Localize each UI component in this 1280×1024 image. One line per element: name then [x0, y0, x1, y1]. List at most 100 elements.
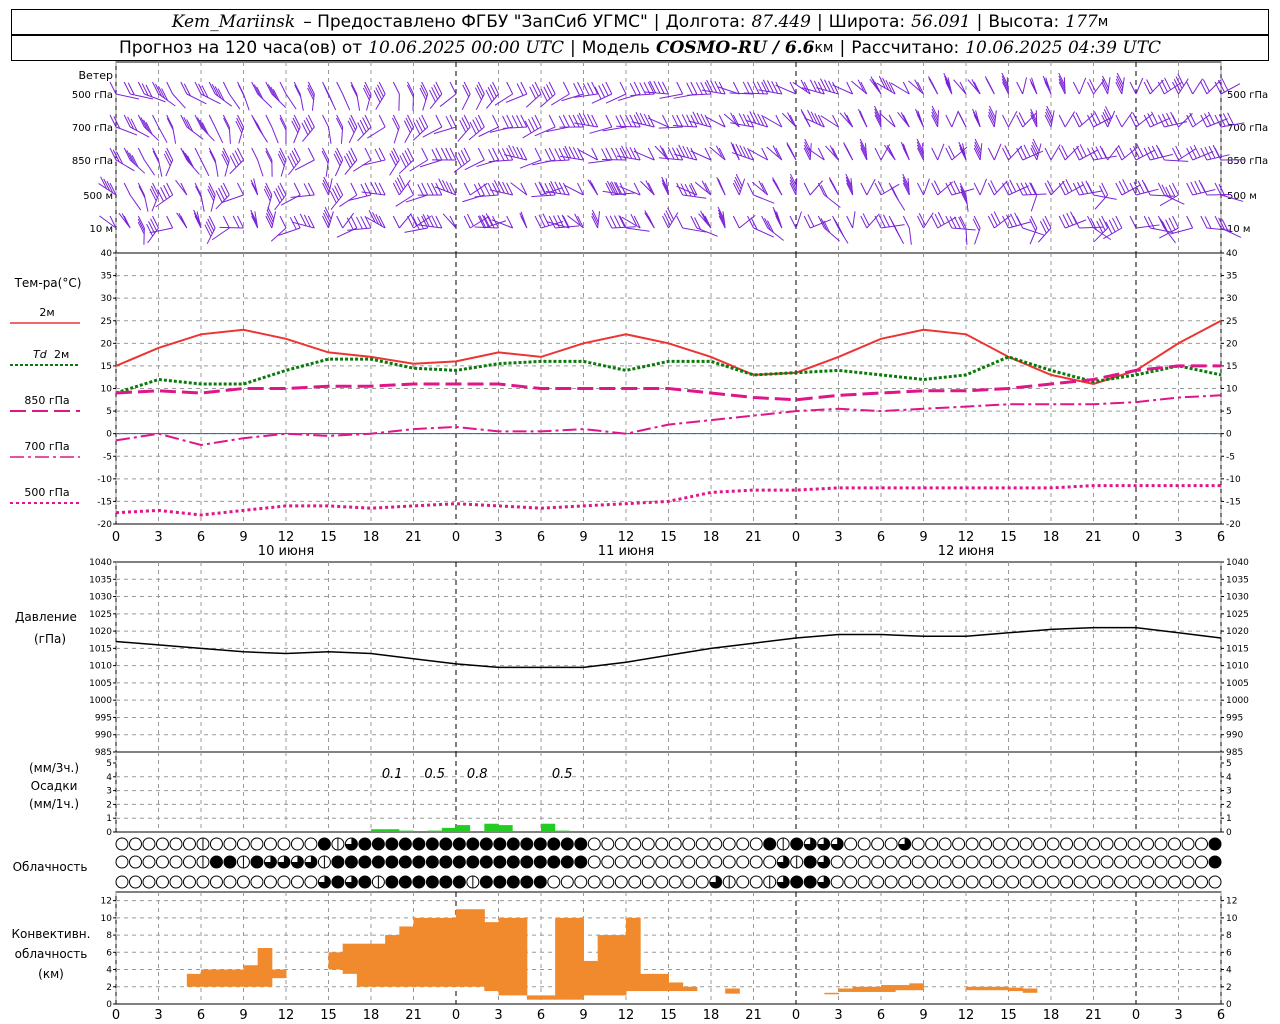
wind-barb-flag: [141, 83, 149, 96]
cloud-symbol: [1154, 875, 1168, 889]
conv-bar: [555, 917, 570, 1000]
wind-barb: [658, 126, 683, 129]
wind-barb-flag: [329, 190, 337, 204]
wind-barb: [539, 93, 556, 108]
wind-barb-flag: [375, 87, 383, 100]
wind-barb-flag: [789, 114, 797, 128]
cloud-symbol: [1006, 837, 1020, 851]
wind-barb-flag: [152, 114, 159, 128]
temp-xtick-label: 6: [197, 530, 205, 545]
wind-barb: [1064, 145, 1080, 161]
wind-barb-flag: [548, 114, 556, 128]
cloud-symbol: [884, 875, 898, 889]
wind-barb: [979, 178, 988, 196]
wind-barb-flag: [166, 147, 174, 161]
cloud-symbol-fill: [372, 856, 385, 868]
temp-ytick-label-left: 15: [101, 362, 112, 372]
precip-ytick-label-left: 4: [106, 773, 112, 783]
cloud-symbol-fill: [385, 876, 398, 888]
temp-legend-label: 700 гПа: [24, 440, 69, 453]
conv-bar: [682, 986, 698, 992]
wind-barb-flag: [279, 215, 287, 229]
precip-ytick-label-right: 1: [1226, 814, 1232, 824]
wind-barb-flag: [463, 81, 471, 95]
wind-barb-flag: [1129, 215, 1137, 229]
wind-barb-flag: [476, 84, 484, 98]
wind-barb-flag: [194, 147, 202, 161]
wind-barb: [290, 194, 315, 198]
wind-barb: [625, 227, 650, 232]
conv-title: облачность: [15, 947, 88, 961]
cloud-symbol-fill: [439, 876, 452, 888]
wind-barb-flag: [336, 182, 344, 196]
cloud-symbol-fill: [399, 876, 412, 888]
wind-barb-flag: [1002, 114, 1009, 128]
cloud-symbol: [641, 855, 655, 869]
conv-bar: [526, 995, 542, 1000]
wind-level-label-left: 500 гПа: [72, 90, 113, 101]
cloud-symbol: [655, 875, 669, 889]
wind-barb-flag: [1072, 81, 1080, 95]
cloud-symbol: [169, 875, 183, 889]
conv-xtick-label: 18: [703, 1008, 720, 1023]
cloud-symbol-fill: [534, 838, 547, 850]
cloud-symbol: [304, 875, 318, 889]
wind-barb-flag: [391, 150, 399, 163]
cloud-symbol: [263, 875, 277, 889]
pressure-ytick-label-right: 1030: [1226, 593, 1249, 603]
wind-barb-flag: [1105, 106, 1112, 119]
wind-barb-flag: [334, 150, 342, 164]
wind-barb-flag: [1101, 182, 1109, 196]
cloud-symbol: [1019, 875, 1033, 889]
pressure-ytick-label-right: 995: [1226, 713, 1243, 723]
pressure-ytick-label-right: 1000: [1226, 696, 1249, 706]
wind-barb: [709, 146, 726, 161]
wind-barb-flag: [377, 84, 384, 98]
cloud-symbol-fill: [385, 856, 398, 868]
wind-level-label-left: 500 м: [83, 191, 113, 202]
cloud-symbol-fill: [426, 856, 439, 868]
wind-barb-flag: [639, 112, 647, 126]
wind-level-label-right: 850 гПа: [1227, 156, 1268, 167]
cloud-symbol-fill: [426, 876, 439, 888]
cloud-symbol: [115, 875, 129, 889]
wind-barb: [633, 150, 655, 161]
pressure-title: Давление: [15, 610, 77, 624]
cloud-symbol: [965, 875, 979, 889]
wind-barb: [271, 126, 279, 144]
wind-barb-flag: [123, 182, 131, 196]
day-label: 10 июня: [258, 544, 314, 559]
cloud-symbol-fill: [331, 876, 344, 888]
conv-xtick-label: 18: [1043, 1008, 1060, 1023]
temp-ytick-label-right: -20: [1226, 520, 1241, 530]
conv-bar: [994, 986, 1009, 991]
wind-barb: [795, 211, 802, 229]
wind-barb-flag: [143, 119, 150, 133]
wind-barb-flag: [888, 114, 896, 128]
wind-barb: [1022, 227, 1045, 236]
wind-barb-flag: [394, 180, 402, 193]
wind-barb-flag: [508, 144, 516, 158]
cloud-symbol: [1060, 875, 1074, 889]
wind-barb-flag: [322, 114, 329, 128]
wind-barb-flag: [350, 147, 358, 161]
temp-legend-label: 2м: [54, 348, 69, 361]
cloud-symbol-fill: [547, 838, 560, 850]
wind-barb-flag: [166, 117, 174, 131]
wind-barb: [668, 212, 679, 229]
cloud-symbol-fill: [412, 856, 425, 868]
wind-barb: [694, 181, 712, 196]
cloud-symbol: [1195, 875, 1209, 889]
wind-barb-flag: [398, 174, 406, 188]
cloud-symbol: [277, 837, 291, 851]
cloud-symbol: [938, 875, 952, 889]
wind-barb: [993, 143, 1002, 161]
cloud-symbol: [236, 837, 250, 851]
cloud-symbol: [641, 837, 655, 851]
wind-barb: [1064, 111, 1076, 128]
cloud-symbol: [1114, 875, 1128, 889]
wind-barb-flag: [945, 114, 953, 128]
conv-xtick-label: 12: [618, 1008, 635, 1023]
wind-barb-flag: [589, 180, 597, 193]
conv-title: Конвективн.: [12, 927, 91, 941]
